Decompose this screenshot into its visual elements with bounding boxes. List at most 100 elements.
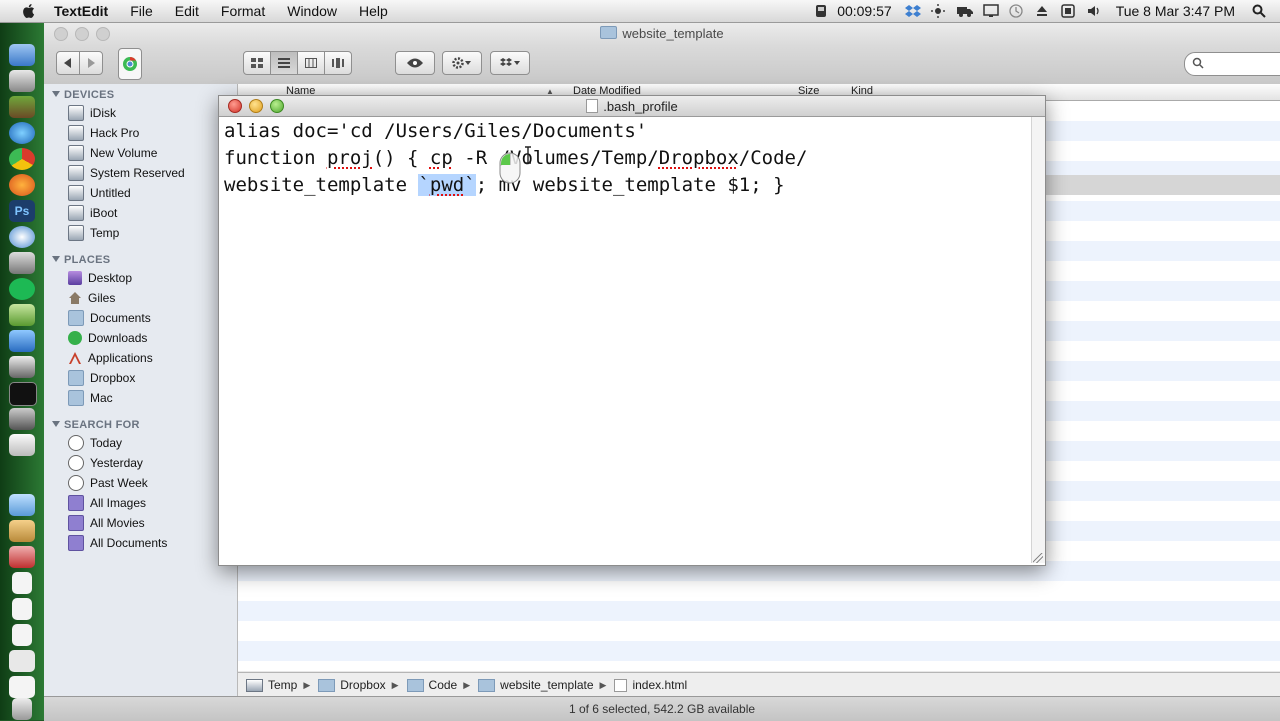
finder-search-field[interactable] [1184, 52, 1280, 76]
misspelled-word: proj [326, 147, 373, 169]
path-separator-icon: ▶ [599, 679, 607, 690]
dock-firefox-icon[interactable] [9, 174, 35, 196]
dock-itunes-icon[interactable] [9, 122, 35, 144]
brightness-icon[interactable] [930, 4, 947, 18]
dock-document-icon-3[interactable] [12, 624, 32, 646]
sidebar-item-all-images[interactable]: All Images [68, 494, 146, 512]
sidebar-item-applications[interactable]: Applications [68, 349, 153, 367]
menu-edit[interactable]: Edit [175, 3, 199, 19]
sidebar-item-dropbox[interactable]: Dropbox [68, 369, 135, 387]
sidebar-item-hack-pro[interactable]: Hack Pro [68, 124, 139, 142]
sidebar-item-idisk[interactable]: iDisk [68, 104, 116, 122]
folder-icon [478, 678, 496, 692]
dock-spotify-icon[interactable] [9, 278, 35, 300]
document-icon [586, 99, 599, 113]
sidebar-item-desktop[interactable]: Desktop [68, 269, 132, 287]
quick-look-button[interactable] [395, 51, 435, 75]
dropbox-icon[interactable] [904, 4, 921, 18]
disk-icon [68, 185, 84, 201]
dock-app-icon-4[interactable] [9, 304, 35, 326]
back-button[interactable] [56, 51, 80, 75]
vertical-scrollbar[interactable] [1031, 117, 1045, 563]
coverflow-view-button[interactable] [324, 51, 352, 75]
sidebar-item-giles[interactable]: Giles [68, 289, 115, 307]
sidebar-item-today[interactable]: Today [68, 434, 122, 452]
sidebar-item-past-week[interactable]: Past Week [68, 474, 148, 492]
html-file-icon [614, 678, 628, 692]
eject-icon[interactable] [1035, 4, 1051, 18]
icon-view-button[interactable] [243, 51, 271, 75]
sidebar-item-temp[interactable]: Temp [68, 224, 119, 242]
keyboard-icon[interactable] [1060, 4, 1077, 18]
dock-app-icon-6[interactable] [9, 408, 35, 430]
finder-title: website_template [44, 26, 1280, 41]
dock-terminal-icon[interactable] [9, 382, 37, 406]
path-separator-icon: ▶ [463, 679, 471, 690]
dock-xcode-icon[interactable] [9, 330, 35, 352]
disk-icon [68, 125, 84, 141]
resize-grip-icon[interactable] [1033, 553, 1043, 563]
text-area[interactable]: alias doc='cd /Users/Giles/Documents' fun… [219, 117, 1030, 563]
dock-app-icon-1[interactable] [9, 70, 35, 92]
sidebar-item-iboot[interactable]: iBoot [68, 204, 117, 222]
spotlight-icon[interactable] [1252, 4, 1268, 18]
dock-finder-icon[interactable] [9, 44, 35, 66]
sidebar-item-untitled[interactable]: Untitled [68, 184, 131, 202]
dock-trash-icon[interactable] [12, 698, 32, 720]
chrome-app-icon[interactable] [118, 48, 142, 80]
apple-menu-icon[interactable] [20, 2, 38, 20]
action-menu-button[interactable] [442, 51, 482, 75]
menu-format[interactable]: Format [221, 3, 265, 19]
volume-icon[interactable] [1087, 4, 1103, 18]
dock-app-icon-5[interactable] [9, 356, 35, 378]
menu-help[interactable]: Help [359, 3, 388, 19]
forward-button[interactable] [79, 51, 103, 75]
downloads-icon [68, 331, 82, 345]
dock-minecraft-icon[interactable] [9, 96, 35, 118]
path-item-website-template[interactable]: website_template ▶ [478, 678, 606, 692]
path-item-dropbox[interactable]: Dropbox ▶ [318, 678, 399, 692]
sidebar-item-all-documents[interactable]: All Documents [68, 534, 167, 552]
recorder-icon[interactable] [814, 4, 830, 18]
menu-window[interactable]: Window [287, 3, 337, 19]
dropbox-menu-button[interactable] [490, 51, 530, 75]
sidebar-item-all-movies[interactable]: All Movies [68, 514, 145, 532]
path-item-code[interactable]: Code ▶ [406, 678, 471, 692]
sidebar-item-new-volume[interactable]: New Volume [68, 144, 157, 162]
dock-chrome-icon[interactable] [9, 148, 35, 170]
menu-file[interactable]: File [130, 3, 153, 19]
dock-app-icon-3[interactable] [9, 252, 35, 274]
dock-document-icon-5[interactable] [9, 676, 35, 698]
places-heading[interactable]: PLACES [52, 254, 110, 266]
column-view-button[interactable] [297, 51, 325, 75]
display-icon[interactable] [982, 4, 999, 18]
menu-app-name[interactable]: TextEdit [54, 3, 108, 19]
time-machine-icon[interactable] [1009, 4, 1025, 18]
sidebar-item-downloads[interactable]: Downloads [68, 329, 147, 347]
dock-app-icon-8[interactable] [9, 520, 35, 542]
devices-heading[interactable]: DEVICES [52, 89, 114, 101]
dock-folder-icon[interactable] [9, 494, 35, 516]
sidebar-item-system-reserved[interactable]: System Reserved [68, 164, 185, 182]
sidebar-item-mac[interactable]: Mac [68, 389, 113, 407]
dock-document-icon-4[interactable] [9, 650, 35, 672]
sidebar-item-yesterday[interactable]: Yesterday [68, 454, 143, 472]
dock-document-icon-2[interactable] [12, 598, 32, 620]
sidebar-item-documents[interactable]: Documents [68, 309, 151, 327]
document-text[interactable]: alias doc='cd /Users/Giles/Documents' fun… [224, 118, 1024, 199]
search-for-heading[interactable]: SEARCH FOR [52, 419, 140, 431]
dock-app-icon-2[interactable] [9, 226, 35, 248]
truck-icon[interactable] [956, 4, 973, 18]
dock-document-icon-1[interactable] [12, 572, 32, 594]
dock-photoshop-icon[interactable]: Ps [9, 200, 35, 222]
path-item-index-html[interactable]: index.html [614, 678, 687, 692]
textedit-titlebar[interactable]: .bash_profile [219, 96, 1045, 117]
dock-app-icon-7[interactable] [9, 434, 35, 456]
text-line-3: website_template `pwd`; mv website_templ… [224, 174, 785, 196]
disk-icon [246, 678, 263, 692]
list-view-button[interactable] [270, 51, 298, 75]
text-cursor-icon [525, 146, 531, 164]
dock-app-icon-9[interactable] [9, 546, 35, 568]
menu-clock[interactable]: Tue 8 Mar 3:47 PM [1116, 3, 1235, 19]
path-item-temp[interactable]: Temp ▶ [246, 678, 310, 692]
